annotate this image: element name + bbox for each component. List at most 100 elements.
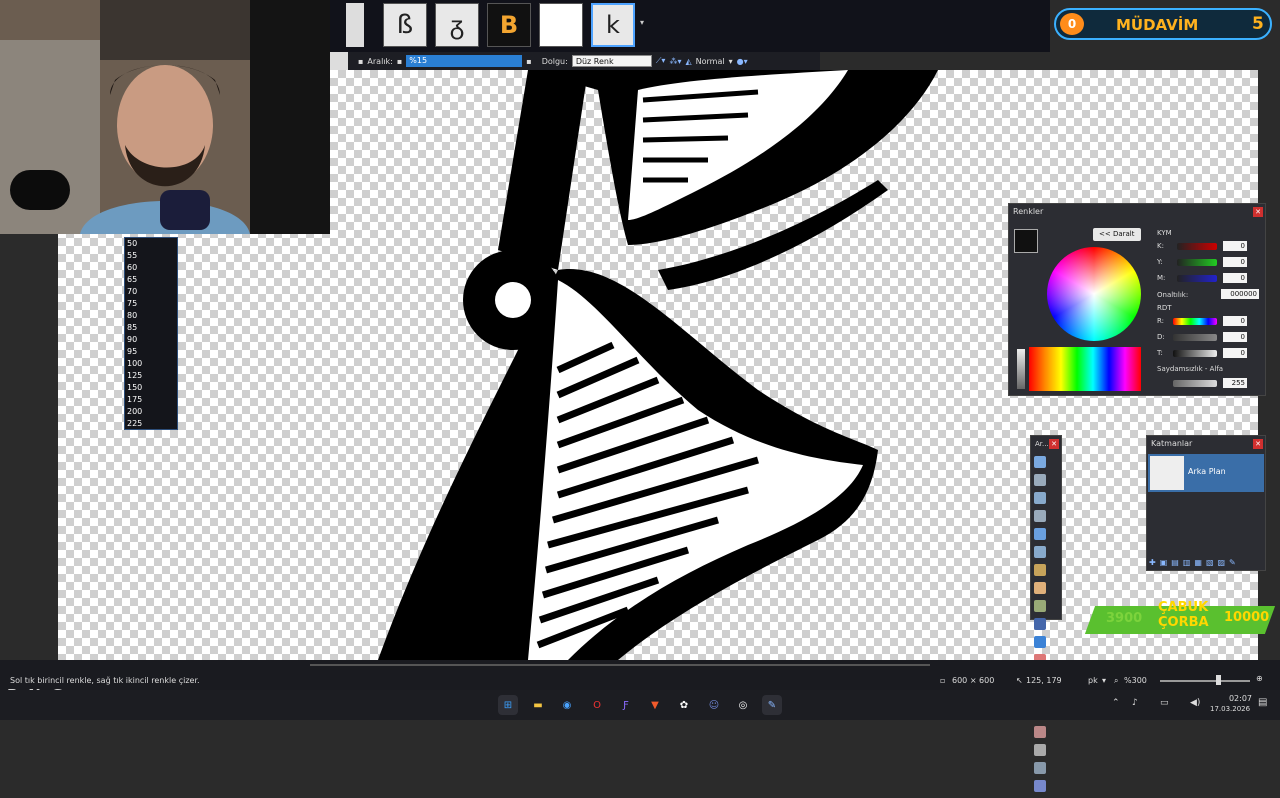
spacing-toggle-icon[interactable]: ▪ bbox=[358, 57, 363, 66]
zoom-option[interactable]: 50 bbox=[125, 238, 177, 250]
r-input[interactable]: 0 bbox=[1223, 316, 1247, 326]
hex-input[interactable]: 000000 bbox=[1221, 289, 1259, 299]
zoom-value[interactable]: %300 bbox=[1124, 676, 1147, 685]
fill-select[interactable]: Düz Renk bbox=[571, 55, 652, 67]
ellipse-select-icon[interactable] bbox=[1034, 528, 1046, 540]
m-slider[interactable] bbox=[1177, 275, 1217, 282]
zoom-icon[interactable] bbox=[1034, 546, 1046, 558]
alpha-slider[interactable] bbox=[1173, 380, 1217, 387]
zoom-option[interactable]: 80 bbox=[125, 310, 177, 322]
file-explorer-icon[interactable]: ▬ bbox=[528, 695, 548, 715]
hue-slider[interactable] bbox=[1173, 318, 1217, 325]
saturation-slider[interactable] bbox=[1173, 334, 1217, 341]
brush-script-icon: ß bbox=[396, 10, 414, 40]
move-selection-icon[interactable] bbox=[1034, 510, 1046, 522]
start-icon[interactable]: ⊞ bbox=[498, 695, 518, 715]
zoom-option[interactable]: 55 bbox=[125, 250, 177, 262]
t-input[interactable]: 0 bbox=[1223, 348, 1247, 358]
brave-icon[interactable]: ▼ bbox=[645, 695, 665, 715]
microphone-icon[interactable]: ♪ bbox=[1132, 698, 1138, 708]
move-icon[interactable] bbox=[1034, 474, 1046, 486]
antialias-icon[interactable]: ⟋▾ bbox=[656, 56, 666, 66]
discord-icon[interactable]: ☺ bbox=[704, 695, 724, 715]
value-slider[interactable] bbox=[1173, 350, 1217, 357]
spacing-increase-icon[interactable]: ▪ bbox=[526, 57, 531, 66]
zoom-option[interactable]: 225 bbox=[125, 418, 177, 430]
horizontal-scrollbar[interactable] bbox=[310, 664, 930, 666]
zoom-option[interactable]: 65 bbox=[125, 274, 177, 286]
opera-icon[interactable]: O bbox=[587, 695, 607, 715]
zoom-in-icon[interactable]: ⊕ bbox=[1256, 674, 1263, 683]
units-select[interactable]: pk bbox=[1088, 676, 1098, 685]
brush-thumb-4[interactable] bbox=[539, 3, 583, 47]
blend-chevron-icon[interactable]: ▾ bbox=[729, 57, 733, 66]
paint-dotnet-icon[interactable]: ✎ bbox=[762, 695, 782, 715]
text-icon[interactable] bbox=[1034, 744, 1046, 756]
d-input[interactable]: 0 bbox=[1223, 332, 1247, 342]
line-icon[interactable] bbox=[1034, 762, 1046, 774]
zoom-dropdown-list[interactable]: 50 55 60 65 70 75 80 85 90 95 100 125 15… bbox=[124, 237, 178, 430]
y-input[interactable]: 0 bbox=[1223, 257, 1247, 267]
paint-bucket-icon[interactable] bbox=[1034, 600, 1046, 612]
brush-thumb-5[interactable]: k bbox=[591, 3, 635, 47]
zoom-option[interactable]: 90 bbox=[125, 334, 177, 346]
recolor-icon[interactable] bbox=[1034, 726, 1046, 738]
blend-mode-select[interactable]: Normal bbox=[696, 57, 725, 66]
paintbrush-icon[interactable] bbox=[1034, 636, 1046, 648]
brush-thumb-3[interactable]: B bbox=[487, 3, 531, 47]
primary-color-swatch[interactable] bbox=[1014, 229, 1038, 253]
app-f-icon[interactable]: Ƒ bbox=[616, 695, 636, 715]
zoom-option[interactable]: 200 bbox=[125, 406, 177, 418]
tray-chevron-icon[interactable]: ⌃ bbox=[1112, 698, 1120, 708]
units-chevron-icon[interactable]: ▾ bbox=[1102, 676, 1106, 685]
less-button[interactable]: << Daralt bbox=[1093, 228, 1141, 241]
zoom-option[interactable]: 100 bbox=[125, 358, 177, 370]
notification-icon[interactable]: ▤ bbox=[1258, 697, 1267, 708]
zoom-option[interactable]: 95 bbox=[125, 346, 177, 358]
color-wheel[interactable] bbox=[1047, 247, 1141, 341]
zoom-option[interactable]: 150 bbox=[125, 382, 177, 394]
spacing-input[interactable]: %15 bbox=[406, 55, 523, 67]
pan-icon[interactable] bbox=[1034, 582, 1046, 594]
zoom-option[interactable]: 125 bbox=[125, 370, 177, 382]
promo-title: ÇABUK ÇORBA bbox=[1158, 600, 1209, 630]
brush-thumb-2[interactable]: ᵹ bbox=[435, 3, 479, 47]
spacing-decrease-icon[interactable]: ▪ bbox=[397, 57, 402, 66]
zoom-option[interactable]: 70 bbox=[125, 286, 177, 298]
close-icon[interactable]: ✕ bbox=[1253, 439, 1263, 449]
color-palette[interactable] bbox=[1029, 347, 1141, 391]
shapes-icon[interactable] bbox=[1034, 780, 1046, 792]
app-notify-icon[interactable]: ◎ bbox=[733, 695, 753, 715]
volume-icon[interactable]: ◀) bbox=[1190, 698, 1200, 708]
gradient-icon[interactable] bbox=[1034, 618, 1046, 630]
lasso-icon[interactable] bbox=[1034, 492, 1046, 504]
zoom-option[interactable]: 60 bbox=[125, 262, 177, 274]
chatgpt-icon[interactable]: ✿ bbox=[674, 695, 694, 715]
chevron-down-icon[interactable]: ▾ bbox=[640, 18, 644, 27]
zoom-option[interactable]: 85 bbox=[125, 322, 177, 334]
zoom-slider-thumb[interactable] bbox=[1216, 675, 1221, 685]
network-icon[interactable]: ▭ bbox=[1160, 698, 1169, 708]
clock[interactable]: 02:07 bbox=[1226, 694, 1252, 703]
brush-thumb-1[interactable]: ß bbox=[383, 3, 427, 47]
layer-item[interactable]: Arka Plan bbox=[1148, 454, 1264, 492]
y-slider[interactable] bbox=[1177, 259, 1217, 266]
rectangle-select-icon[interactable] bbox=[1034, 456, 1046, 468]
zoom-option[interactable]: 75 bbox=[125, 298, 177, 310]
close-icon[interactable]: ✕ bbox=[1253, 207, 1263, 217]
alpha-icon[interactable]: ⁂▾ bbox=[669, 57, 681, 66]
zoom-slider[interactable] bbox=[1160, 680, 1250, 682]
gray-palette[interactable] bbox=[1017, 349, 1025, 389]
m-input[interactable]: 0 bbox=[1223, 273, 1247, 283]
k-input[interactable]: 0 bbox=[1223, 241, 1247, 251]
k-slider[interactable] bbox=[1177, 243, 1217, 250]
magic-wand-icon[interactable] bbox=[1034, 564, 1046, 576]
alpha-input[interactable]: 255 bbox=[1223, 378, 1247, 388]
selection-mode-icon[interactable]: ●▾ bbox=[737, 57, 748, 66]
layer-actions[interactable]: ✚▣▤▥▦▧▨✎ bbox=[1149, 558, 1263, 570]
chrome-icon[interactable]: ◉ bbox=[557, 695, 577, 715]
zoom-search-icon[interactable]: ⌕ bbox=[1114, 676, 1118, 686]
brush-thumb-partial[interactable] bbox=[346, 3, 364, 47]
zoom-option[interactable]: 175 bbox=[125, 394, 177, 406]
close-icon[interactable]: ✕ bbox=[1049, 439, 1059, 449]
